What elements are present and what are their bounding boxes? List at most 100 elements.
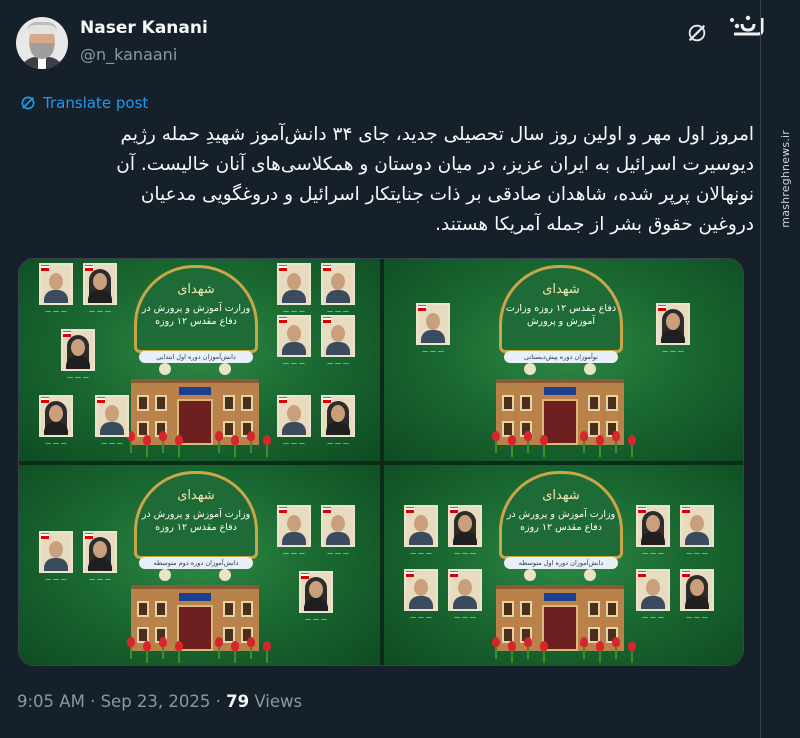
martyr-photo [83, 263, 117, 305]
watermark-site: mashreghnews.ir [779, 130, 792, 228]
martyr-photo [404, 569, 438, 611]
tulip-icon [596, 641, 604, 651]
poster-subtitle: وزارت آموزش و پرورش در دفاع مقدس ۱۲ روزه [141, 509, 251, 533]
poster-arch: شهدای وزارت آموزش و پرورش در دفاع مقدس ۱۲… [499, 471, 623, 559]
grok-icon[interactable] [686, 22, 708, 44]
martyr-name: — — — [327, 550, 349, 557]
martyr-photo [39, 395, 73, 437]
tweet-line: دروغین حقوق بشر از جمله آمریکا هستند. [435, 214, 754, 235]
martyr-photo [404, 505, 438, 547]
tweet-date[interactable]: Sep 23, 2025 [101, 692, 211, 711]
martyr-photo [680, 505, 714, 547]
martyr-name: — — — [327, 308, 349, 315]
tulip-icon [215, 431, 223, 441]
martyr-photo [680, 569, 714, 611]
martyr-name: — — — [662, 348, 684, 355]
tulip-icon [596, 435, 604, 445]
poster-arch: شهدای وزارت آموزش و پرورش در دفاع مقدس ۱۲… [134, 471, 258, 559]
views-count: 79 [226, 692, 250, 711]
tulip-icon [524, 431, 532, 441]
poster-title: شهدای [177, 488, 215, 503]
poster-subtitle: وزارت آموزش و پرورش در دفاع مقدس ۱۲ روزه [506, 509, 616, 533]
author-avatar[interactable] [16, 17, 68, 69]
martyr-photo [39, 263, 73, 305]
martyr-name: — — — [67, 374, 89, 381]
author-handle[interactable]: @n_kanaani [80, 45, 177, 64]
tulip-icon [580, 431, 588, 441]
translate-icon [21, 96, 35, 110]
tulip-icon [247, 637, 255, 647]
emblem-icon [219, 569, 231, 581]
martyr-name: — — — [454, 614, 476, 621]
poster-title: شهدای [542, 282, 580, 297]
martyr-photo [321, 395, 355, 437]
martyr-photo [321, 505, 355, 547]
martyr-photo [277, 263, 311, 305]
martyr-photo [416, 303, 450, 345]
tulip-icon [508, 435, 516, 445]
poster-ribbon: دانش‌آموزان دوره اول ابتدایی [139, 351, 253, 363]
mashregh-logo [730, 15, 764, 36]
martyr-name: — — — [686, 550, 708, 557]
emblem-icon [584, 569, 596, 581]
tulip-icon [175, 641, 183, 651]
martyr-photo [277, 315, 311, 357]
tweet-text: امروز اول مهر و اولین روز سال تحصیلی جدی… [20, 120, 754, 240]
poster-arch: شهدای وزارت آموزش و پرورش در دفاع مقدس ۱۲… [134, 265, 258, 353]
media-panel: شهدای دفاع مقدس ۱۲ روزه وزارت آموزش و پرو… [384, 259, 743, 461]
martyr-photo [636, 505, 670, 547]
martyr-photo [61, 329, 95, 371]
poster-subtitle: وزارت آموزش و پرورش در دفاع مقدس ۱۲ روزه [141, 303, 251, 327]
tulip-icon [175, 435, 183, 445]
tulip-icon [580, 637, 588, 647]
tweet-media-image[interactable]: شهدای وزارت آموزش و پرورش در دفاع مقدس ۱۲… [18, 258, 744, 666]
emblem-icon [524, 569, 536, 581]
martyr-name: — — — [422, 348, 444, 355]
martyr-photo [83, 531, 117, 573]
emblem-icon [219, 363, 231, 375]
school-building [131, 379, 259, 445]
media-panel: شهدای وزارت آموزش و پرورش در دفاع مقدس ۱۲… [19, 465, 380, 665]
tulip-icon [524, 637, 532, 647]
author-display-name[interactable]: Naser Kanani [80, 18, 208, 38]
tulip-icon [247, 431, 255, 441]
tulip-icon [159, 637, 167, 647]
tweet-line: نونهالان پرپر شده، شاهدان صادقی بر ذات ج… [140, 184, 754, 205]
martyr-photo [277, 395, 311, 437]
translate-post-link[interactable]: Translate post [19, 94, 148, 112]
martyr-photo [448, 569, 482, 611]
martyr-name: — — — [327, 440, 349, 447]
translate-post-label: Translate post [43, 94, 149, 112]
martyr-name: — — — [45, 440, 67, 447]
tweet-time[interactable]: 9:05 AM [17, 692, 85, 711]
meta-separator: · [90, 692, 96, 711]
school-building [131, 585, 259, 651]
poster-ribbon: دانش‌آموزان دوره دوم متوسطه [139, 557, 253, 569]
tulip-icon [540, 435, 548, 445]
tulip-icon [540, 641, 548, 651]
poster-title: شهدای [542, 488, 580, 503]
martyr-name: — — — [454, 550, 476, 557]
martyr-photo [321, 315, 355, 357]
tulip-icon [612, 431, 620, 441]
poster-ribbon: دانش‌آموزان دوره اول متوسطه [504, 557, 618, 569]
emblem-icon [159, 363, 171, 375]
tulip-icon [143, 641, 151, 651]
media-panel: شهدای وزارت آموزش و پرورش در دفاع مقدس ۱۲… [19, 259, 380, 461]
poster-title: شهدای [177, 282, 215, 297]
martyr-photo [321, 263, 355, 305]
martyr-name: — — — [89, 308, 111, 315]
tulip-icon [215, 637, 223, 647]
tulip-icon [263, 641, 271, 651]
tulip-icon [492, 637, 500, 647]
martyr-photo [277, 505, 311, 547]
school-building [496, 379, 624, 445]
poster-subtitle: دفاع مقدس ۱۲ روزه وزارت آموزش و پرورش [505, 303, 617, 327]
martyr-photo [95, 395, 129, 437]
emblem-icon [584, 363, 596, 375]
martyr-photo [636, 569, 670, 611]
tulip-icon [628, 641, 636, 651]
poster-arch: شهدای دفاع مقدس ۱۲ روزه وزارت آموزش و پرو… [499, 265, 623, 353]
tulip-icon [508, 641, 516, 651]
media-panel: شهدای وزارت آموزش و پرورش در دفاع مقدس ۱۲… [384, 465, 743, 665]
